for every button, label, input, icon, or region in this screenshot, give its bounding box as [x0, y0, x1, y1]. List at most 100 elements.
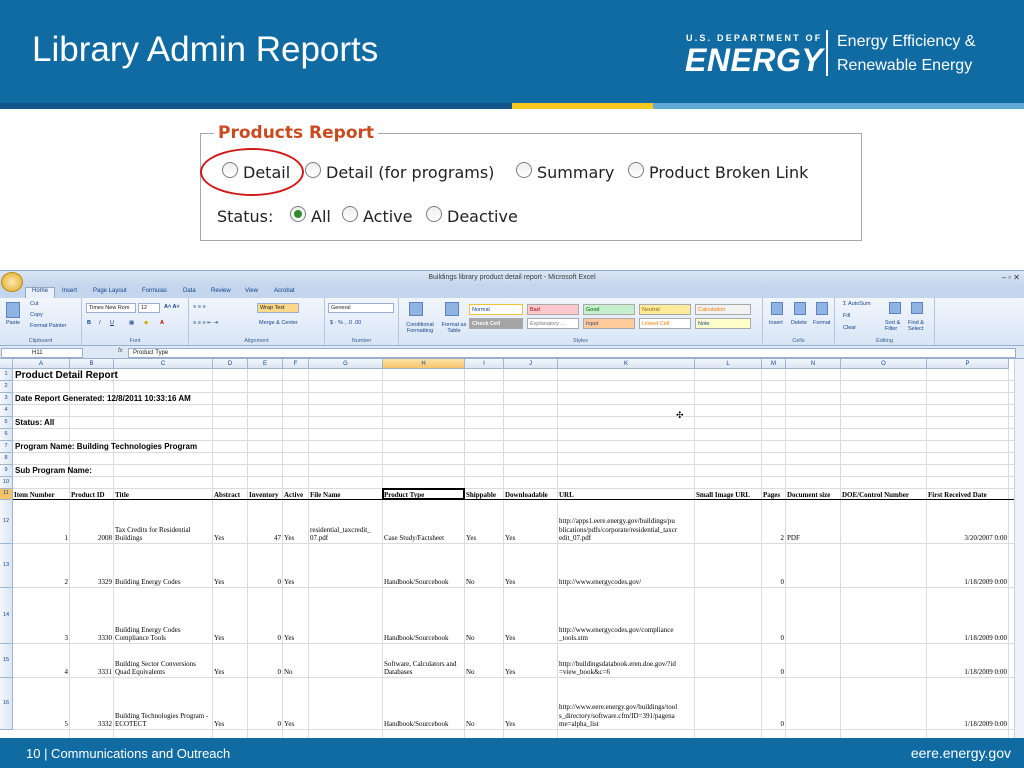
- office-button-icon[interactable]: [1, 272, 23, 292]
- copy-button[interactable]: Copy: [30, 312, 43, 318]
- conditional-formatting-button[interactable]: Conditional Formatting: [401, 322, 439, 334]
- table-cell[interactable]: Handbook/Sourcebook: [383, 544, 464, 587]
- fill-button[interactable]: Fill: [843, 313, 850, 319]
- table-cell[interactable]: Yes: [283, 588, 308, 643]
- paste-icon[interactable]: [6, 302, 20, 318]
- column-header-o[interactable]: O: [841, 359, 927, 369]
- radio-label-active[interactable]: Active: [363, 207, 413, 226]
- table-cell[interactable]: No: [465, 544, 503, 587]
- find-select-button[interactable]: Find & Select: [908, 320, 934, 332]
- table-cell[interactable]: Yes: [283, 500, 308, 543]
- column-header-k[interactable]: K: [558, 359, 695, 369]
- table-cell[interactable]: Building Energy Codes Compliance Tools: [114, 588, 212, 643]
- radio-detail-programs[interactable]: [305, 162, 321, 178]
- table-cell[interactable]: 3330: [70, 588, 113, 643]
- autosum-button[interactable]: Σ AutoSum: [843, 301, 871, 307]
- font-size-select[interactable]: 12: [138, 303, 160, 313]
- table-cell[interactable]: Building Energy Codes: [114, 544, 212, 587]
- table-cell[interactable]: No: [465, 644, 503, 677]
- radio-label-deactive[interactable]: Deactive: [447, 207, 518, 226]
- table-cell[interactable]: Yes: [504, 544, 557, 587]
- radio-status-all[interactable]: [290, 206, 306, 222]
- table-cell[interactable]: Yes: [213, 678, 247, 729]
- currency-icon[interactable]: $ · % , .0 .00: [330, 320, 361, 326]
- table-cell[interactable]: 1/18/2009 0:00: [927, 588, 1008, 643]
- table-cell[interactable]: Yes: [465, 500, 503, 543]
- style-calculation[interactable]: Calculation: [695, 304, 751, 315]
- merge-center-button[interactable]: Merge & Center: [259, 320, 298, 326]
- table-cell[interactable]: 3332: [70, 678, 113, 729]
- row-header-14[interactable]: 14: [0, 588, 13, 644]
- column-header-f[interactable]: F: [283, 359, 309, 369]
- row-header-13[interactable]: 13: [0, 544, 13, 588]
- radio-summary[interactable]: [516, 162, 532, 178]
- table-cell[interactable]: Yes: [213, 644, 247, 677]
- name-box[interactable]: H11: [1, 348, 83, 358]
- wrap-text-button[interactable]: Wrap Text: [257, 303, 299, 313]
- sort-filter-button[interactable]: Sort & Filter: [885, 320, 909, 332]
- format-as-table-button[interactable]: Format as Table: [439, 322, 469, 334]
- tab-view[interactable]: View: [245, 288, 258, 294]
- font-name-select[interactable]: Times New Rom: [86, 303, 136, 313]
- italic-icon[interactable]: I: [99, 320, 101, 326]
- table-cell[interactable]: 1/18/2009 0:00: [927, 678, 1008, 729]
- style-normal[interactable]: Normal: [469, 304, 523, 315]
- table-cell[interactable]: 5: [13, 678, 69, 729]
- table-cell[interactable]: Yes: [283, 544, 308, 587]
- table-cell[interactable]: Building Sector Conversions Quad Equival…: [114, 644, 212, 677]
- style-neutral[interactable]: Neutral: [639, 304, 691, 315]
- table-cell[interactable]: 1: [13, 500, 69, 543]
- style-check-cell[interactable]: Check Cell: [469, 318, 523, 329]
- table-cell[interactable]: 0: [248, 644, 282, 677]
- table-cell[interactable]: Yes: [213, 588, 247, 643]
- column-header-h[interactable]: H: [383, 359, 465, 369]
- vertical-scrollbar[interactable]: [1014, 359, 1024, 739]
- grow-font-icon[interactable]: A˄ A˅: [164, 304, 180, 310]
- radio-product-broken-link[interactable]: [628, 162, 644, 178]
- table-cell[interactable]: 3329: [70, 544, 113, 587]
- tab-formulas[interactable]: Formulas: [142, 288, 167, 294]
- table-cell[interactable]: Building Technologies Program - ECOTECT: [114, 678, 212, 729]
- table-cell[interactable]: 0: [248, 544, 282, 587]
- cut-button[interactable]: Cut: [30, 301, 39, 307]
- table-cell[interactable]: Yes: [213, 500, 247, 543]
- table-cell[interactable]: Yes: [504, 500, 557, 543]
- table-cell[interactable]: 3: [13, 588, 69, 643]
- insert-cells-button[interactable]: Insert: [769, 320, 783, 326]
- table-cell[interactable]: 2008: [70, 500, 113, 543]
- table-cell[interactable]: 1/18/2009 0:00: [927, 644, 1008, 677]
- fill-color-icon[interactable]: ◆: [144, 320, 148, 326]
- clear-button[interactable]: Clear: [843, 325, 856, 331]
- radio-status-active[interactable]: [342, 206, 358, 222]
- delete-cells-button[interactable]: Delete: [791, 320, 807, 326]
- table-cell[interactable]: 0: [762, 644, 785, 677]
- find-select-icon[interactable]: [911, 302, 923, 314]
- table-cell[interactable]: No: [465, 678, 503, 729]
- column-header-d[interactable]: D: [213, 359, 248, 369]
- radio-label-detail-programs[interactable]: Detail (for programs): [326, 163, 494, 182]
- table-cell[interactable]: Software, Calculators and Databases: [383, 644, 464, 677]
- table-cell[interactable]: 3331: [70, 644, 113, 677]
- table-cell[interactable]: Yes: [504, 678, 557, 729]
- radio-label-all[interactable]: All: [311, 207, 331, 226]
- column-header-m[interactable]: M: [762, 359, 786, 369]
- bold-icon[interactable]: B: [87, 320, 91, 326]
- conditional-formatting-icon[interactable]: [409, 302, 423, 316]
- table-cell[interactable]: 0: [248, 588, 282, 643]
- tab-home[interactable]: Home: [25, 287, 55, 298]
- radio-label-product-broken-link[interactable]: Product Broken Link: [649, 163, 808, 182]
- radio-label-summary[interactable]: Summary: [537, 163, 614, 182]
- column-header-c[interactable]: C: [114, 359, 213, 369]
- table-cell[interactable]: Yes: [504, 588, 557, 643]
- table-cell[interactable]: http://www.eere.energy.gov/buildings/too…: [558, 678, 694, 729]
- sort-filter-icon[interactable]: [889, 302, 901, 314]
- insert-cells-icon[interactable]: [771, 302, 783, 315]
- format-table-icon[interactable]: [445, 302, 459, 316]
- style-bad[interactable]: Bad: [527, 304, 579, 315]
- table-cell[interactable]: 4: [13, 644, 69, 677]
- radio-status-deactive[interactable]: [426, 206, 442, 222]
- style-note[interactable]: Note: [695, 318, 751, 329]
- table-cell[interactable]: PDF: [786, 500, 840, 543]
- table-cell[interactable]: 3/20/2007 0:00: [927, 500, 1008, 543]
- column-header-l[interactable]: L: [695, 359, 762, 369]
